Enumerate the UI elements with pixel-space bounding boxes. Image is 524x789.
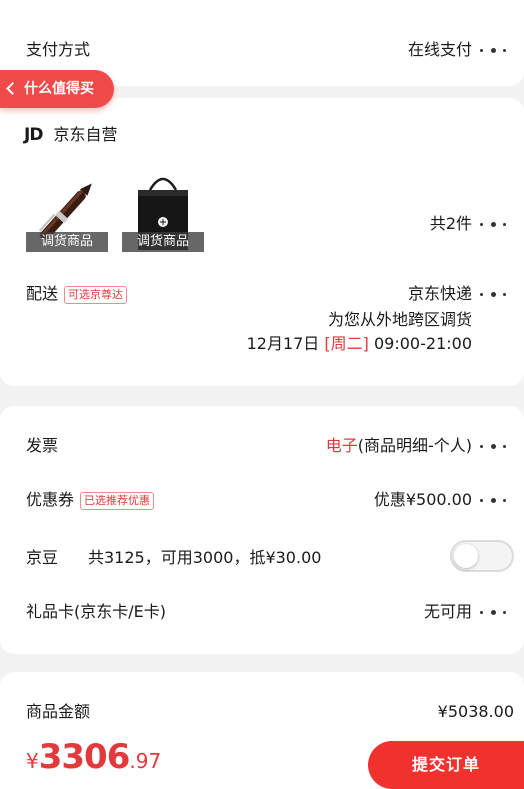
store-name: 京东自营 — [53, 125, 118, 144]
more-icon[interactable] — [480, 46, 506, 54]
giftcard-row[interactable]: 礼品卡(京东卡/E卡) 无可用 — [0, 592, 524, 632]
back-pill-label: 什么值得买 — [24, 81, 94, 97]
jingdou-toggle[interactable] — [450, 540, 514, 572]
payment-row[interactable]: 支付方式 在线支付 — [0, 28, 524, 68]
more-icon[interactable] — [480, 442, 506, 450]
jingdou-row: 京豆 共3125，可用3000，抵¥30.00 — [0, 538, 524, 578]
delivery-weekday: [周二] — [324, 334, 369, 353]
options-card: 发票 电子(商品明细-个人) 优惠券 已选推荐优惠 优惠¥500.00 京豆 共3… — [0, 406, 524, 654]
more-icon[interactable] — [480, 290, 506, 298]
submit-order-button[interactable]: 提交订单 — [368, 741, 524, 789]
coupon-label-group: 优惠券 已选推荐优惠 — [26, 490, 155, 510]
store-card: JD 京东自营 调货商品 调货商品 共2件 配送 可选京尊达 京东快递 为您从外… — [0, 98, 524, 386]
coupon-value: 优惠¥500.00 — [373, 490, 472, 509]
payment-label: 支付方式 — [26, 40, 91, 59]
total-integer: 3306 — [38, 737, 131, 777]
back-to-smzdm-button[interactable]: 什么值得买 — [0, 70, 114, 108]
invoice-type: 电子 — [325, 436, 358, 455]
delivery-date: 12月17日 — [246, 334, 320, 353]
total-decimal: .97 — [129, 749, 162, 773]
invoice-detail: (商品明细-个人) — [357, 436, 472, 455]
more-icon[interactable] — [480, 220, 506, 228]
amount-label: 商品金额 — [26, 702, 91, 721]
coupon-tag: 已选推荐优惠 — [80, 491, 155, 510]
invoice-value: 电子(商品明细-个人) — [326, 436, 472, 456]
coupon-label: 优惠券 — [26, 490, 75, 509]
item-count: 共2件 — [429, 214, 472, 233]
amount-value: ¥5038.00 — [437, 702, 514, 721]
amount-row: 商品金额 ¥5038.00 — [0, 692, 524, 732]
chevron-left-icon — [6, 82, 19, 95]
item-count-row[interactable]: 共2件 — [0, 202, 524, 242]
currency-symbol: ¥ — [26, 749, 39, 773]
giftcard-label: 礼品卡(京东卡/E卡) — [26, 602, 166, 621]
bottom-bar: ¥3306.97 提交订单 — [0, 733, 524, 789]
toggle-knob — [454, 544, 478, 568]
delivery-label-group: 配送 可选京尊达 — [26, 284, 128, 304]
delivery-note: 为您从外地跨区调货 — [327, 310, 472, 329]
delivery-time: 09:00-21:00 — [374, 334, 472, 353]
delivery-slot: 12月17日 [周二] 09:00-21:00 — [247, 334, 472, 354]
more-icon[interactable] — [480, 496, 506, 504]
checkout-page: 支付方式 在线支付 什么值得买 JD 京东自营 调货商品 调货商品 共2件 配送… — [0, 0, 524, 789]
payment-value: 在线支付 — [407, 40, 472, 59]
more-icon[interactable] — [480, 608, 506, 616]
giftcard-value: 无可用 — [423, 602, 472, 621]
delivery-tag[interactable]: 可选京尊达 — [64, 285, 128, 304]
total-price: ¥3306.97 — [26, 737, 161, 777]
coupon-row[interactable]: 优惠券 已选推荐优惠 优惠¥500.00 — [0, 480, 524, 520]
jingdou-label: 京豆 — [26, 548, 59, 567]
jd-logo-icon: JD — [24, 125, 43, 145]
store-header: JD 京东自营 — [24, 124, 118, 146]
invoice-label: 发票 — [26, 436, 59, 455]
delivery-label: 配送 — [26, 284, 59, 303]
jingdou-detail: 共3125，可用3000，抵¥30.00 — [88, 548, 322, 567]
invoice-row[interactable]: 发票 电子(商品明细-个人) — [0, 426, 524, 466]
delivery-row[interactable]: 配送 可选京尊达 京东快递 为您从外地跨区调货 12月17日 [周二] 09:00… — [0, 276, 524, 360]
delivery-method: 京东快递 — [407, 284, 472, 303]
